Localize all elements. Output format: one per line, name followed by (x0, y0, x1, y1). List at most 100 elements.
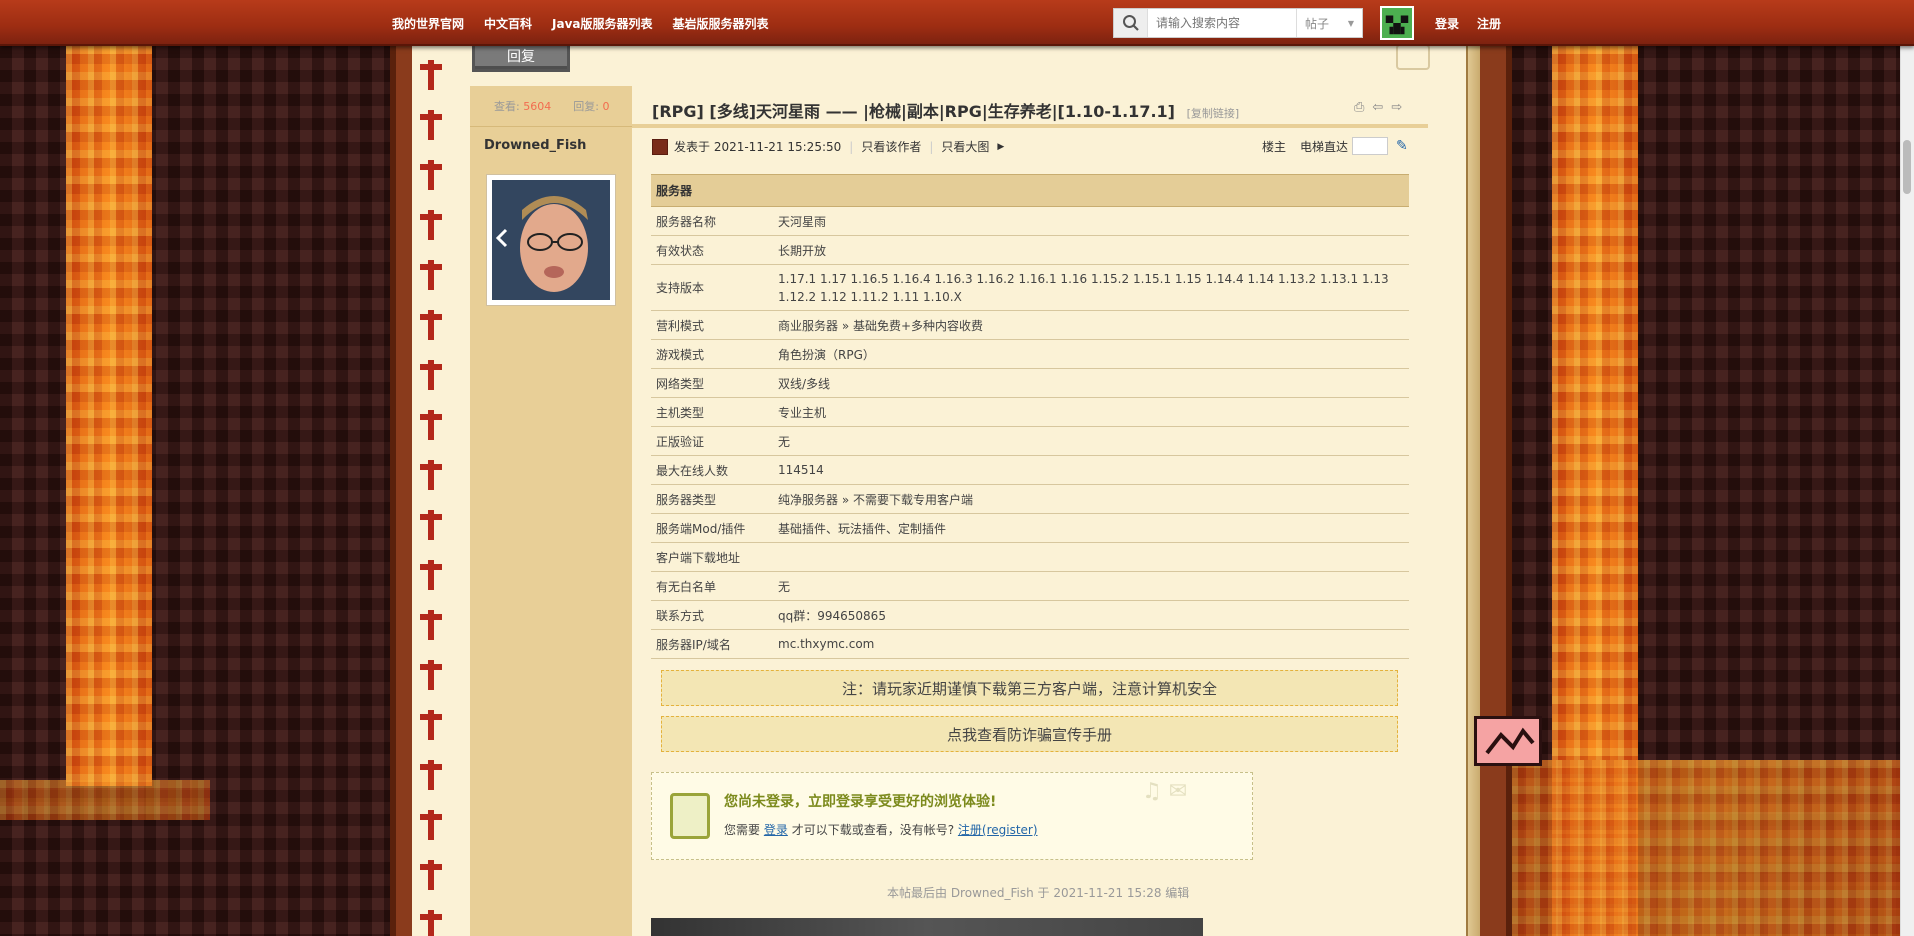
views-stat: 查看: 5604 (494, 100, 552, 113)
search-type-select[interactable]: 帖子 ▼ (1296, 9, 1362, 37)
meta-separator: | (929, 139, 934, 154)
row-value: 双线/多线 (773, 368, 1409, 398)
lava-pool-left (0, 780, 210, 820)
row-value: 无 (773, 571, 1409, 601)
table-row: 服务器类型 纯净服务器 » 不需要下载专用客户端 (651, 484, 1409, 514)
login-prompt-text: 您需要 登录 才可以下载或查看，没有帐号? 注册(register) (724, 823, 1038, 837)
row-value: 天河星雨 (773, 206, 1409, 236)
table-row: 营利模式 商业服务器 » 基础免费+多种内容收费 (651, 310, 1409, 340)
post-stats: 查看: 5604 回复: 0 (494, 98, 609, 114)
meta-separator: | (849, 139, 854, 154)
row-key: 支持版本 (651, 264, 773, 311)
row-key: 服务器IP/域名 (651, 629, 773, 659)
table-row: 客户端下载地址 (651, 542, 1409, 572)
search-input[interactable] (1148, 10, 1296, 36)
server-table-header: 服务器 (651, 174, 1409, 207)
replies-stat: 回复: 0 (573, 100, 610, 113)
table-row: 服务端Mod/插件 基础插件、玩法插件、定制插件 (651, 513, 1409, 543)
nav-link-wiki[interactable]: 中文百科 (484, 15, 532, 32)
row-key: 有效状态 (651, 235, 773, 265)
row-key: 服务器类型 (651, 484, 773, 514)
nav-links: 我的世界官网 中文百科 Java版服务器列表 基岩版服务器列表 (392, 0, 769, 46)
replies-count: 0 (602, 100, 610, 113)
nav-link-java-servers[interactable]: Java版服务器列表 (552, 15, 652, 32)
avatar-image (492, 180, 610, 300)
nav-link-bedrock-servers[interactable]: 基岩版服务器列表 (673, 15, 769, 32)
return-icon[interactable] (1396, 44, 1430, 70)
title-icons: ⎙ ⇦ ⇨ (1354, 100, 1402, 115)
flag-icon[interactable] (1474, 716, 1542, 766)
row-key: 客户端下载地址 (651, 542, 773, 572)
only-author-link[interactable]: 只看该作者 (861, 138, 921, 155)
author-small-avatar-icon (652, 138, 668, 155)
login-link[interactable]: 登录 (1435, 15, 1459, 32)
post-image[interactable] (651, 918, 1203, 936)
auth-links: 登录 注册 (1435, 0, 1501, 46)
search-box: 帖子 ▼ (1113, 8, 1363, 38)
row-value: 基础插件、玩法插件、定制插件 (773, 513, 1409, 543)
row-value: 长期开放 (773, 235, 1409, 265)
row-value: 114514 (773, 455, 1409, 485)
row-value: 角色扮演（RPG） (773, 339, 1409, 369)
copy-link-button[interactable]: [复制链接] (1187, 107, 1240, 120)
row-value: 商业服务器 » 基础免费+多种内容收费 (773, 310, 1409, 340)
anti-fraud-link[interactable]: 点我查看防诈骗宣传手册 (661, 716, 1398, 752)
row-key: 有无白名单 (651, 571, 773, 601)
table-row: 联系方式 qq群：994650865 (651, 600, 1409, 630)
scrollbar-thumb[interactable] (1903, 140, 1911, 194)
table-row: 游戏模式 角色扮演（RPG） (651, 339, 1409, 369)
prompt-login-link[interactable]: 登录 (764, 823, 788, 837)
lock-icon (670, 793, 710, 839)
row-value (773, 542, 1409, 572)
post-date: 发表于 2021-11-21 15:25:50 (674, 140, 842, 154)
login-prompt-box: 您尚未登录，立即登录享受更好的浏览体验! 您需要 登录 才可以下载或查看，没有帐… (651, 772, 1253, 860)
post-meta: 发表于 2021-11-21 15:25:50 | 只看该作者 | 只看大图 ▶ (652, 138, 1004, 155)
lava-column-left (66, 46, 152, 786)
row-value: mc.thxymc.com (773, 629, 1409, 659)
row-key: 正版验证 (651, 426, 773, 456)
nav-link-official-site[interactable]: 我的世界官网 (392, 15, 464, 32)
table-row: 有效状态 长期开放 (651, 235, 1409, 265)
edited-note: 本帖最后由 Drowned_Fish 于 2021-11-21 15:28 编辑 (887, 886, 1190, 900)
row-key: 最大在线人数 (651, 455, 773, 485)
next-thread-icon[interactable]: ⇨ (1391, 100, 1402, 115)
creeper-avatar-icon[interactable] (1380, 6, 1414, 40)
go-pen-icon[interactable]: ✎ (1396, 138, 1408, 154)
post-title: [RPG] [多线]天河星雨 —— |枪械|副本|RPG|生存养老|[1.10-… (652, 98, 1239, 122)
table-row: 服务器名称 天河星雨 (651, 206, 1409, 236)
server-info-table: 服务器 服务器名称 天河星雨 有效状态 长期开放 支持版本 1.17.1 1.17 1… (651, 174, 1409, 659)
row-key: 服务端Mod/插件 (651, 513, 773, 543)
chevron-down-icon: ▼ (1347, 18, 1354, 28)
row-value: 无 (773, 426, 1409, 456)
post-title-text: [RPG] [多线]天河星雨 —— |枪械|副本|RPG|生存养老|[1.10-… (652, 102, 1175, 121)
security-warning-notice: 注：请玩家近期谨慎下载第三方客户端，注意计算机安全 (661, 670, 1398, 706)
server-table-header-row: 服务器 (651, 174, 1409, 207)
floor-jump-input[interactable] (1352, 137, 1389, 155)
table-row: 网络类型 双线/多线 (651, 368, 1409, 398)
right-rail (1466, 46, 1480, 936)
previous-thread-icon[interactable]: ⇦ (1372, 100, 1383, 115)
table-row: 正版验证无 (651, 426, 1409, 456)
table-row: 主机类型 专业主机 (651, 397, 1409, 427)
views-count: 5604 (523, 100, 552, 113)
row-key: 联系方式 (651, 600, 773, 630)
floor-controls: 楼主 电梯直达 ✎ (1262, 137, 1408, 155)
music-decoration-icon: ♫ ✉ (1142, 779, 1188, 804)
print-icon[interactable]: ⎙ (1354, 100, 1364, 115)
caret-right-icon[interactable]: ▶ (997, 142, 1004, 152)
top-navigation-bar: 我的世界官网 中文百科 Java版服务器列表 基岩版服务器列表 帖子 ▼ 登录 … (0, 0, 1914, 46)
row-key: 营利模式 (651, 310, 773, 340)
author-name[interactable]: Drowned_Fish (484, 138, 586, 153)
elevator-label: 电梯直达 (1300, 139, 1349, 154)
search-type-label: 帖子 (1305, 16, 1330, 31)
author-avatar[interactable] (486, 174, 616, 306)
search-icon[interactable] (1114, 9, 1148, 37)
row-value: 纯净服务器 » 不需要下载专用客户端 (773, 484, 1409, 514)
only-big-image-link[interactable]: 只看大图 (941, 138, 989, 155)
author-divider (470, 126, 632, 127)
row-key: 网络类型 (651, 368, 773, 398)
register-link[interactable]: 注册 (1477, 15, 1501, 32)
prompt-register-link[interactable]: 注册(register) (958, 823, 1038, 837)
row-value: 专业主机 (773, 397, 1409, 427)
floor-label: 楼主 (1262, 139, 1287, 154)
